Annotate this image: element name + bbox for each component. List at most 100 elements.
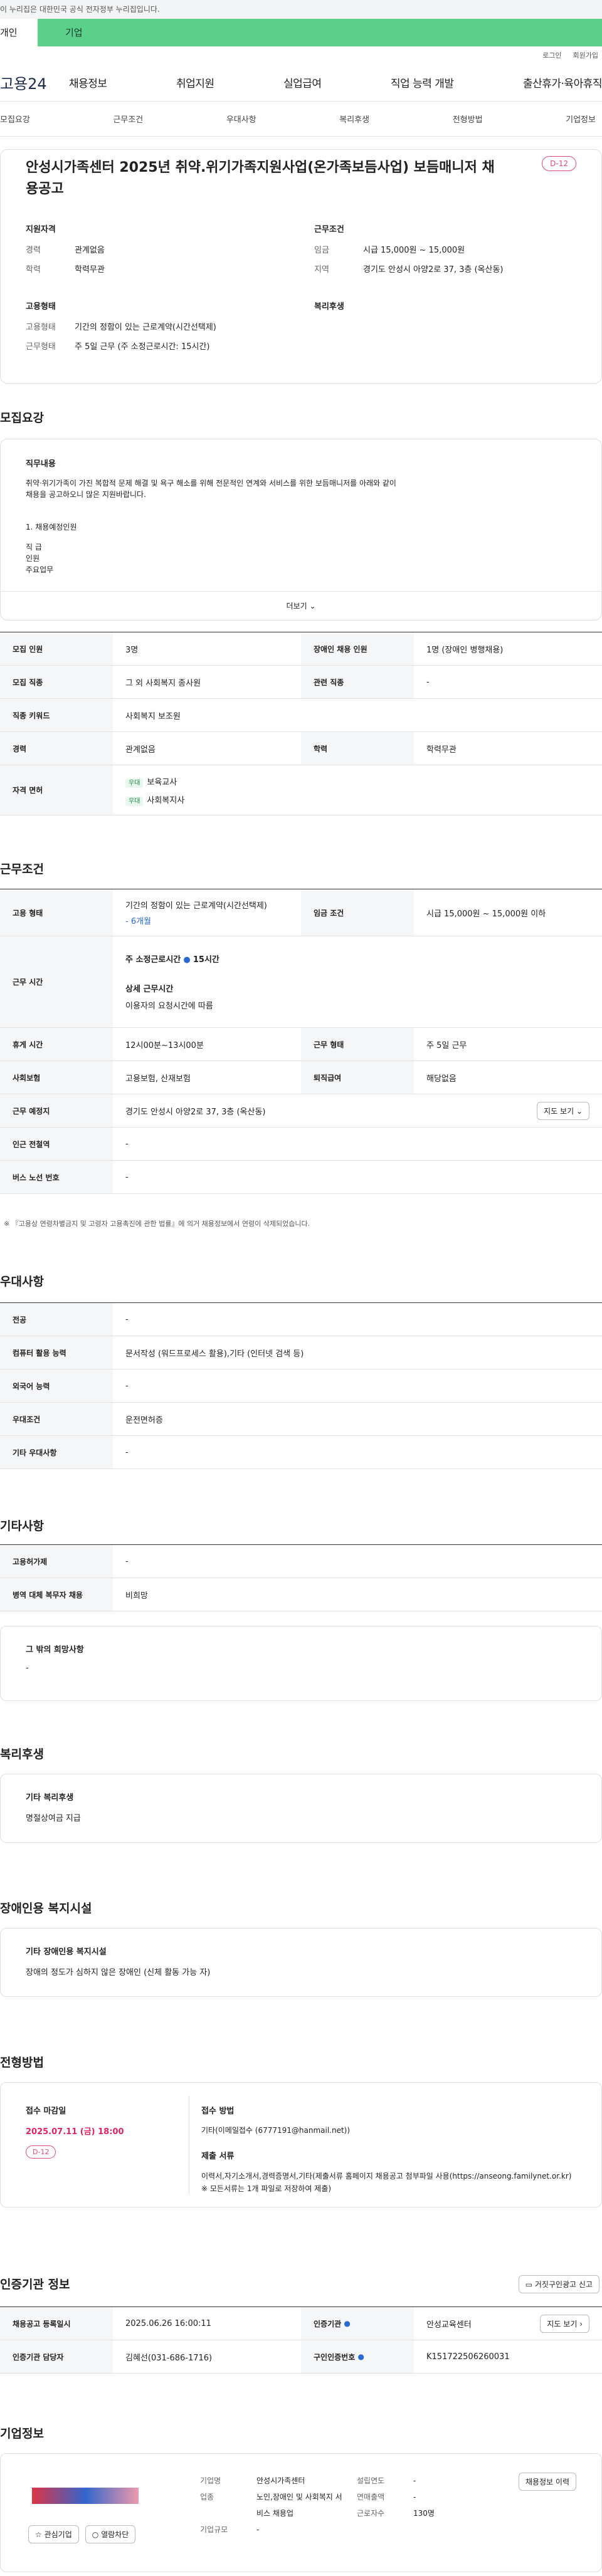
snb-welfare[interactable]: 복리후생 <box>339 113 369 125</box>
utility-bar: 로그인 회원가입 <box>0 46 602 64</box>
row-value: 2025.06.26 16:00:11 <box>125 2318 211 2328</box>
row-value: - <box>125 1556 129 1566</box>
gnb-training[interactable]: 직업 능력 개발 <box>391 75 454 90</box>
row-label: 기타 우대사항 <box>0 1436 113 1469</box>
row-label: 근무 형태 <box>301 1028 414 1060</box>
row-value: 기간의 정함이 있는 근로계약(시간선택제) <box>125 901 267 911</box>
tab-business[interactable]: 기업 <box>38 19 602 46</box>
pref-heading: 우대사항 <box>0 1275 44 1289</box>
block-button[interactable]: ○ 열람차단 <box>85 2525 136 2543</box>
duty-line: 직 급 <box>26 543 42 552</box>
row-label: 채용공고 등록일시 <box>0 2307 113 2340</box>
row-value: 주 5일 근무 <box>426 1040 467 1050</box>
company-box: ☆ 관심기업 ○ 열람차단 기업명 안성시가족센터 설립연도 - 업종 노인,장애인 및… <box>0 2453 602 2572</box>
cert-heading: 인증기관 정보 <box>0 2278 70 2291</box>
fav-company-button[interactable]: ☆ 관심기업 <box>28 2525 79 2543</box>
gov-notice: 이 누리집은 대한민국 공식 전자정부 누리집입니다. <box>0 0 602 19</box>
row-label: 근무 시간 <box>0 936 113 1027</box>
history-button[interactable]: 채용정보 이력 <box>518 2473 576 2491</box>
field-value: 비스 채용업 <box>256 2509 294 2518</box>
field-value: - <box>413 2493 416 2501</box>
hours-detail-label: 상세 근무시간 <box>125 985 174 994</box>
field-label: 기업규모 <box>200 2525 228 2534</box>
field-label: 연매출액 <box>357 2493 385 2501</box>
docs-value: 이력서,자기소개서,경력증명서,기타(제출서류 홈페이지 채용공고 첨부파일 사… <box>201 2172 572 2193</box>
row-label: 고용 형태 <box>0 889 113 936</box>
row-value: 안성교육센터 <box>426 2320 472 2330</box>
disability-value: 장애의 정도가 심하지 않은 장애인 (신체 활동 가능 자) <box>26 1968 211 1977</box>
hours-label: 주 소정근로시간 <box>125 955 181 965</box>
row-label: 구인인증번호 ● <box>301 2340 414 2373</box>
field-label: 기업명 <box>200 2476 221 2485</box>
login-link[interactable]: 로그인 <box>542 50 561 60</box>
job-summary-card: 안성시가족센터 2025년 취약.위기가족지원사업(온가족보듬사업) 보듬매니저… <box>0 149 602 384</box>
snb-recruit[interactable]: 모집요강 <box>0 113 30 125</box>
cond-heading: 근무조건 <box>314 225 344 234</box>
deadline-heading: 접수 마감일 <box>26 2107 66 2116</box>
row-label: 고용허가제 <box>0 1545 113 1578</box>
disability-heading: 장애인용 복지시설 <box>0 1902 92 1915</box>
global-nav: 고용24 채용정보 취업지원 실업급여 직업 능력 개발 출산휴가·육아휴직 <box>0 64 602 102</box>
row-label: 관련 직종 <box>301 666 414 698</box>
row-label: 휴게 시간 <box>0 1028 113 1060</box>
row-label: 컴퓨터 활용 능력 <box>0 1336 113 1369</box>
row-label: 퇴직급여 <box>301 1061 414 1094</box>
cert-map-button[interactable]: 지도 보기 › <box>540 2314 589 2333</box>
career-value: 관계없음 <box>75 246 105 255</box>
qual-heading: 지원자격 <box>26 225 56 234</box>
wish-value: - <box>26 1663 29 1673</box>
snb-conditions[interactable]: 근무조건 <box>113 113 143 125</box>
field-value: - <box>256 2525 260 2534</box>
info-icon[interactable]: ● <box>344 2319 350 2328</box>
process-box: 접수 마감일 2025.07.11 (금) 18:00 D-12 접수 방법 기… <box>0 2082 602 2207</box>
edu-value: 학력무관 <box>75 265 105 275</box>
license-item: 보육교사 <box>147 777 177 787</box>
wish-box: 그 밖의 희망사항 - <box>0 1626 602 1701</box>
duty-card: 직무내용 취약·위기가족이 가진 복합적 문제 해결 및 욕구 해소를 위해 전… <box>0 439 602 620</box>
row-label: 모집 인원 <box>0 632 113 665</box>
map-button[interactable]: 지도 보기 ⌄ <box>537 1101 589 1120</box>
row-label: 근무 예정지 <box>0 1094 113 1127</box>
more-button[interactable]: 더보기 ⌄ <box>1 591 601 620</box>
work-value: 주 5일 근무 (주 소정근로시간: 15시간) <box>75 342 210 352</box>
report-button[interactable]: ▭ 거짓구인광고 신고 <box>518 2275 599 2293</box>
row-value: - <box>125 1172 129 1182</box>
row-value: 해당없음 <box>426 1074 457 1084</box>
snb-company[interactable]: 기업정보 <box>566 113 596 125</box>
snb-process[interactable]: 전형방법 <box>453 113 483 125</box>
info-icon[interactable]: ● <box>357 2352 364 2361</box>
tab-personal[interactable]: 개인 <box>0 19 38 46</box>
field-label: 근로자수 <box>357 2509 385 2518</box>
row-value: 1명 (장애인 병행채용) <box>426 645 504 655</box>
emp-label: 고용형태 <box>26 323 56 332</box>
gnb-leave[interactable]: 출산휴가·육아휴직 <box>523 75 602 90</box>
snb-preference[interactable]: 우대사항 <box>226 113 256 125</box>
field-value: 130명 <box>413 2509 435 2518</box>
welfare-sub-heading: 기타 복리후생 <box>26 1793 74 1803</box>
pref-badge: 우대 <box>125 796 144 806</box>
row-label: 사회보험 <box>0 1061 113 1094</box>
chevron-down-icon: ⌄ <box>309 602 316 610</box>
gnb-jobs[interactable]: 채용정보 <box>69 75 107 90</box>
site-logo[interactable]: 고용24 <box>0 71 69 93</box>
row-label: 자격 면허 <box>0 765 113 815</box>
row-label: 버스 노선 번호 <box>0 1161 113 1193</box>
wish-heading: 그 밖의 희망사항 <box>26 1645 84 1655</box>
row-label: 인증기관 담당자 <box>0 2340 113 2373</box>
etc-heading: 기타사항 <box>0 1519 44 1533</box>
field-label: 설립연도 <box>357 2476 385 2485</box>
work-heading: 근무조건 <box>0 862 44 876</box>
info-icon[interactable]: ● <box>183 955 190 965</box>
gnb-unemployment[interactable]: 실업급여 <box>283 75 322 90</box>
row-value: 관계없음 <box>125 745 156 755</box>
signup-link[interactable]: 회원가입 <box>573 50 598 60</box>
welfare-box: 기타 복리후생 명절상여금 지급 <box>0 1774 602 1843</box>
deadline-dday-badge: D-12 <box>26 2145 56 2159</box>
row-value: - <box>125 1447 129 1457</box>
wage-value: 시급 15,000원 ~ 15,000원 <box>363 246 465 255</box>
row-value: - <box>125 1314 129 1324</box>
gnb-employment[interactable]: 취업지원 <box>176 75 214 90</box>
pref-table: 전공 - 컴퓨터 활용 능력 문서작성 (워드프로세스 활용),기타 (인터넷 검색… <box>0 1302 602 1469</box>
duty-line: 1. 채용예정인원 <box>26 523 77 531</box>
row-label: 장애인 채용 인원 <box>301 632 414 665</box>
